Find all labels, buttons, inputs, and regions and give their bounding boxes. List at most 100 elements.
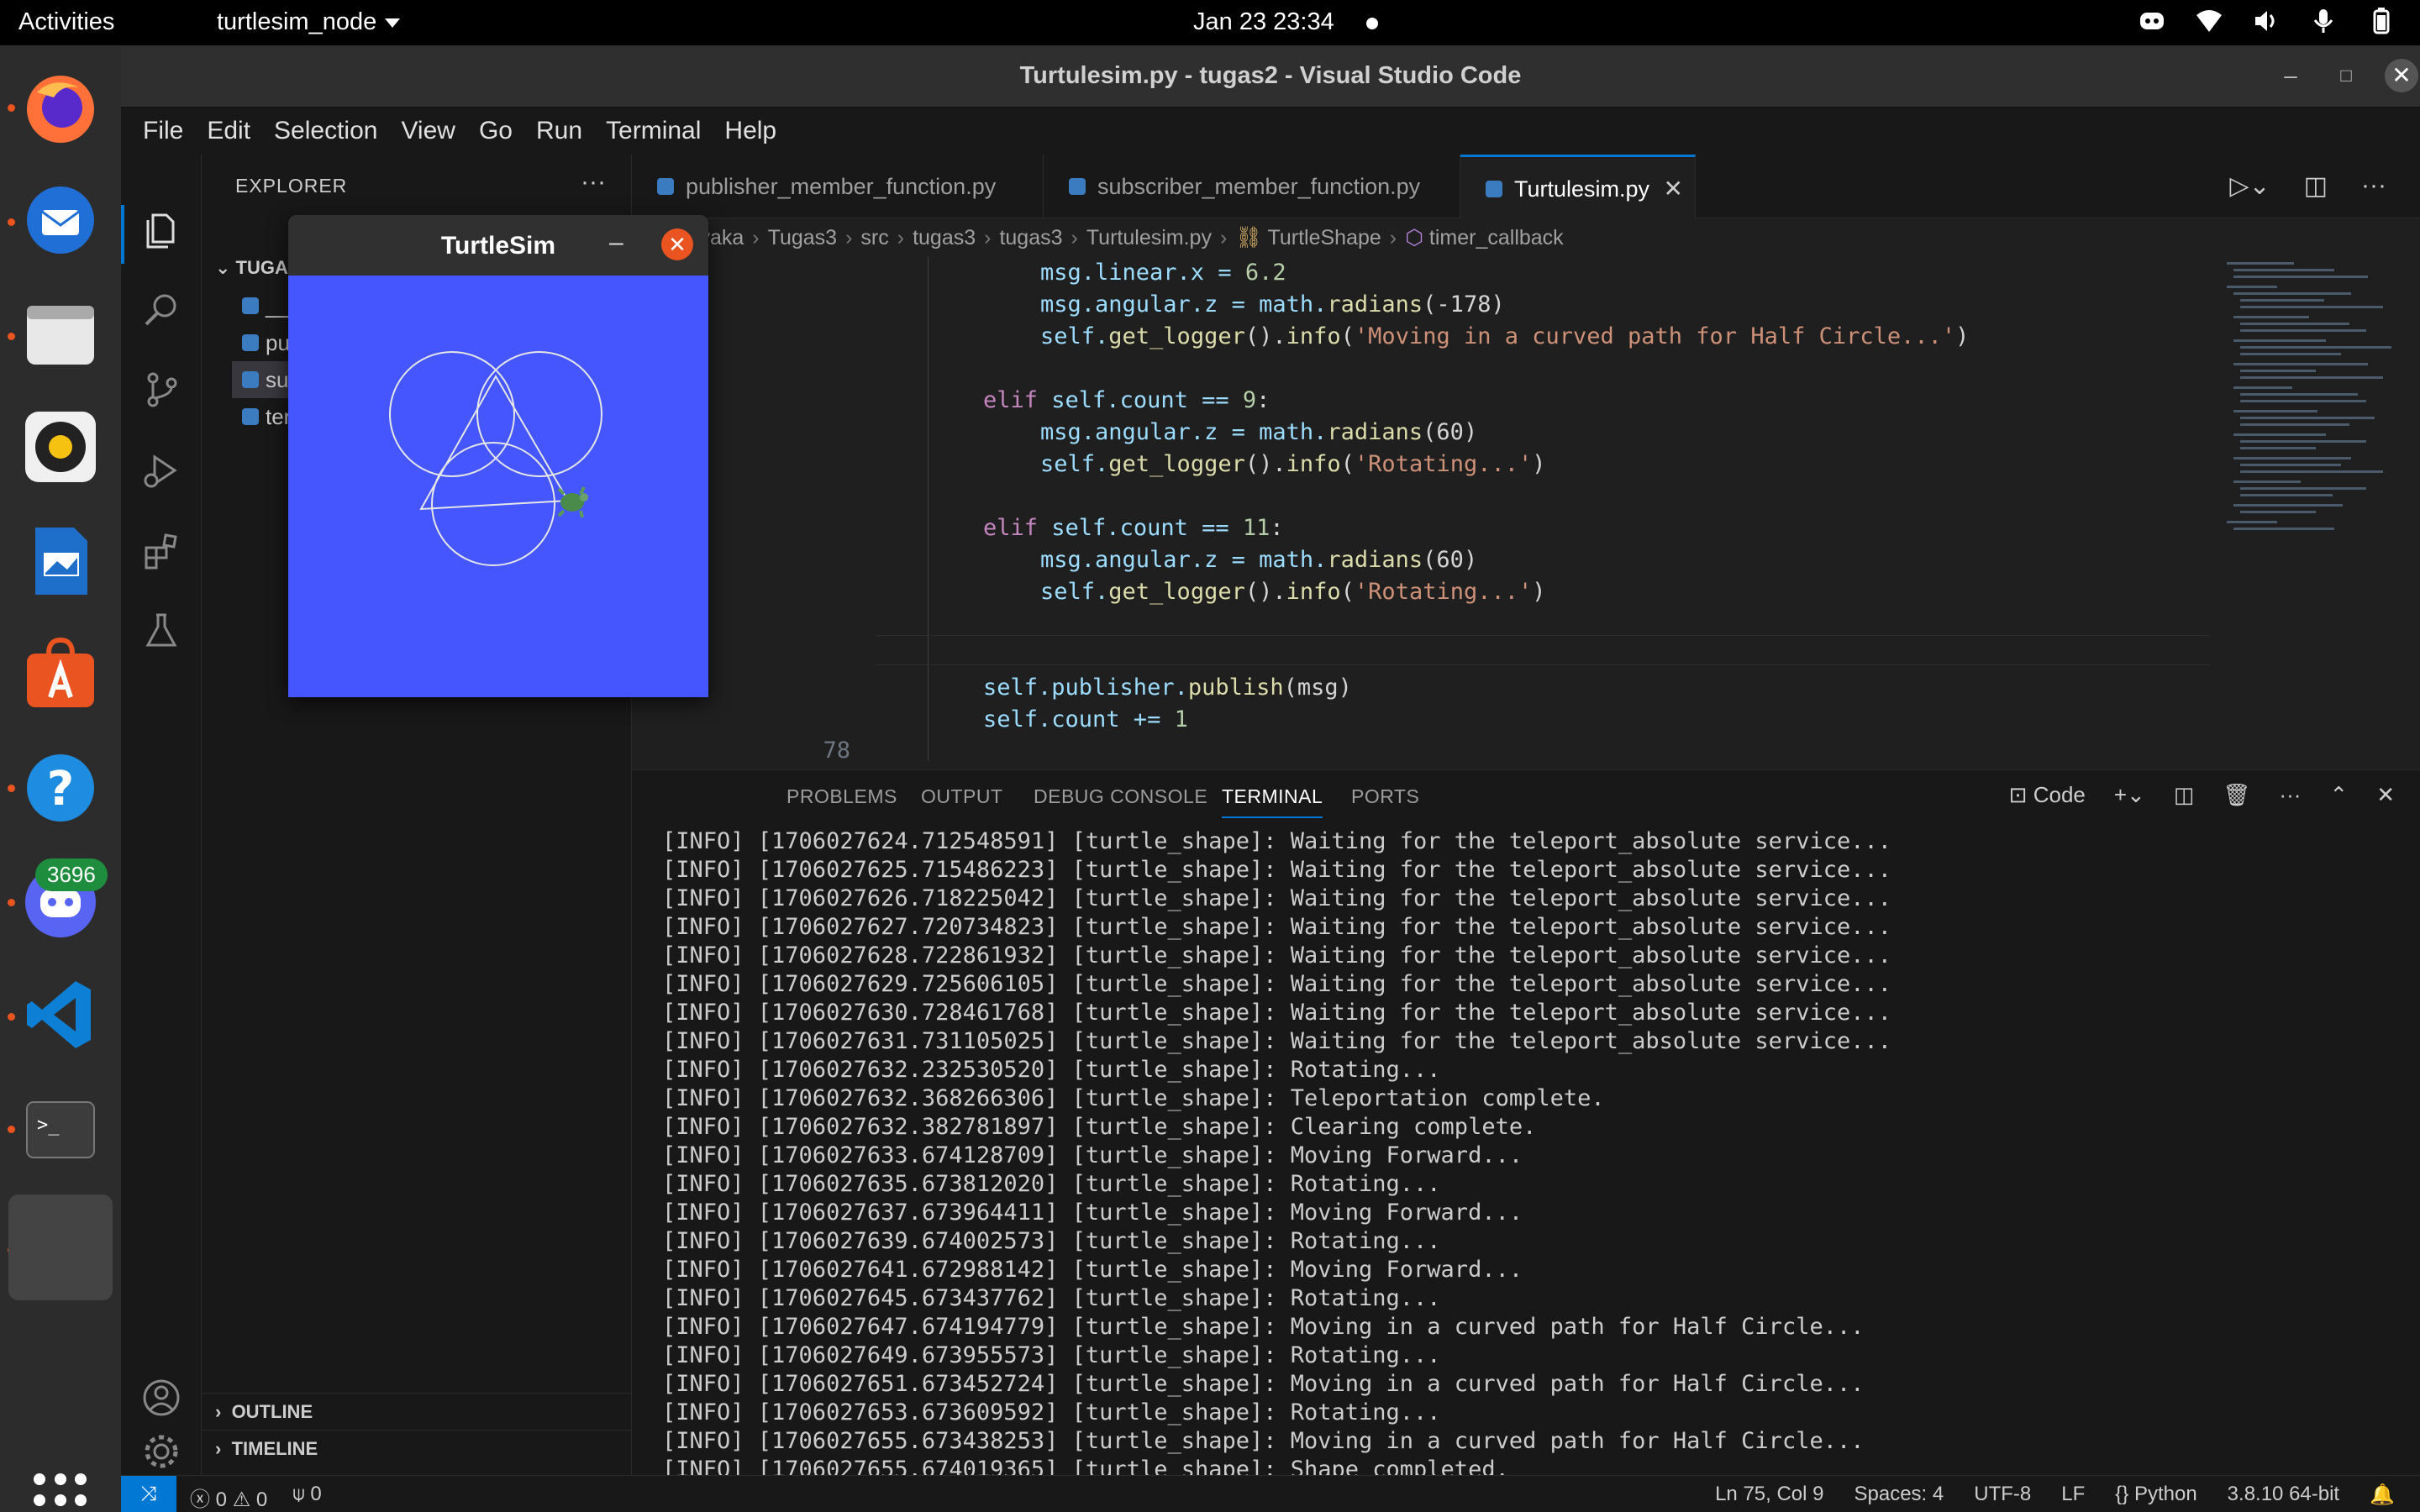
testing-icon[interactable] (141, 610, 182, 650)
problems-status[interactable]: ⓧ 0 ⚠ 0 (190, 1483, 267, 1512)
more-actions-icon[interactable]: ··· (2279, 782, 2301, 808)
close-panel-icon[interactable]: ✕ (2376, 782, 2395, 808)
terminal-icon: ⊡ (2008, 782, 2028, 807)
terminal-line: [INFO] [1706027639.674002573] [turtle_sh… (662, 1228, 1441, 1254)
terminal-instance[interactable]: ⊡ Code (2009, 782, 2086, 808)
menu-edit[interactable]: Edit (195, 117, 262, 145)
split-terminal-icon[interactable]: ◫ (2174, 782, 2195, 808)
remote-icon[interactable]: ⤨ (121, 1476, 176, 1512)
notification-dot (1366, 18, 1378, 29)
volume-icon[interactable] (2252, 7, 2281, 35)
close-icon[interactable]: ✕ (2385, 59, 2418, 92)
breadcrumb-item[interactable]: tugas3 (999, 226, 1062, 249)
trash-icon[interactable]: 🗑 (2223, 782, 2250, 808)
breadcrumb-item[interactable]: Tugas3 (768, 226, 837, 249)
search-icon[interactable] (141, 289, 182, 329)
code-line: msg.angular.z = math.radians(-178) (1040, 291, 1505, 318)
writer-icon[interactable] (20, 521, 101, 601)
current-line-highlight (876, 635, 2338, 665)
clock[interactable]: Jan 23 23:34 (1193, 8, 1334, 36)
rhythmbox-icon[interactable] (20, 407, 101, 487)
breadcrumb-item[interactable]: src (860, 226, 888, 249)
status-right: Ln 75, Col 9 Spaces: 4 UTF-8 LF {} Pytho… (1715, 1483, 2395, 1507)
code-line: msg.linear.x = 6.2 (1040, 260, 1286, 286)
more-actions-icon[interactable]: ··· (2361, 171, 2386, 201)
close-icon[interactable]: ✕ (661, 228, 693, 260)
menu-help[interactable]: Help (713, 117, 788, 145)
timeline-section[interactable]: › TIMELINE (202, 1430, 632, 1467)
tab-label: publisher_member_function.py (686, 174, 997, 199)
ports-status[interactable]: ⍦ 0 (292, 1483, 321, 1512)
svg-text:?: ? (47, 762, 74, 816)
tab-ports[interactable]: PORTS (1351, 785, 1419, 808)
run-debug-icon[interactable] (141, 450, 182, 491)
tab-subscriber[interactable]: subscriber_member_function.py (1044, 155, 1460, 218)
minimize-icon[interactable]: – (2274, 59, 2307, 92)
explorer-icon[interactable] (141, 210, 182, 250)
wifi-icon[interactable] (2195, 7, 2223, 35)
close-tab-icon[interactable]: ✕ (1664, 157, 1683, 221)
app-menu[interactable]: turtlesim_node (217, 8, 401, 36)
run-icon[interactable]: ▷⌄ (2229, 171, 2270, 201)
breadcrumb-item[interactable]: tugas3 (913, 226, 976, 249)
tab-output[interactable]: OUTPUT (921, 785, 1003, 808)
menu-terminal[interactable]: Terminal (594, 117, 713, 145)
class-icon: ⛓ (1235, 226, 1268, 249)
extensions-icon[interactable] (141, 531, 182, 571)
explorer-header: EXPLORER (235, 175, 348, 197)
language-mode[interactable]: {} Python (2115, 1483, 2196, 1507)
tab-problems[interactable]: PROBLEMS (786, 785, 897, 808)
microphone-icon[interactable] (2309, 7, 2338, 35)
discord-tray-icon[interactable] (2138, 7, 2166, 35)
firefox-icon[interactable] (20, 67, 101, 148)
new-terminal-icon[interactable]: +⌄ (2114, 782, 2145, 808)
tab-debug-console[interactable]: DEBUG CONSOLE (1034, 785, 1207, 808)
minimap[interactable] (2210, 257, 2420, 769)
python-interpreter[interactable]: 3.8.10 64-bit (2228, 1483, 2339, 1507)
cursor-position[interactable]: Ln 75, Col 9 (1715, 1483, 1823, 1507)
project-folder[interactable]: ⌄ TUGA (215, 257, 288, 279)
menu-view[interactable]: View (389, 117, 466, 145)
tab-turtulesim[interactable]: Turtulesim.py ✕ (1460, 155, 1696, 218)
help-icon[interactable]: ? (20, 748, 101, 828)
system-tray[interactable] (2138, 7, 2395, 35)
breadcrumb-item[interactable]: Turtulesim.py (1086, 226, 1212, 249)
chevron-down-icon (385, 18, 401, 28)
terminal-output[interactable]: [INFO] [1706027624.712548591] [turtle_sh… (662, 827, 2393, 1484)
files-icon[interactable] (20, 294, 101, 375)
split-editor-icon[interactable]: ◫ (2304, 171, 2328, 201)
menu-run[interactable]: Run (524, 117, 594, 145)
tab-terminal[interactable]: TERMINAL (1222, 785, 1323, 818)
minimize-icon[interactable]: – (609, 228, 623, 257)
outline-section[interactable]: › OUTLINE (202, 1393, 632, 1430)
turtlesim-titlebar[interactable]: TurtleSim – ✕ (288, 215, 708, 276)
menu-selection[interactable]: Selection (262, 117, 389, 145)
maximize-icon[interactable]: □ (2329, 59, 2363, 92)
gear-icon[interactable] (141, 1431, 182, 1472)
breadcrumb-item[interactable]: timer_callback (1429, 226, 1564, 249)
battery-icon[interactable] (2366, 7, 2395, 35)
breadcrumb-item[interactable]: TurtleShape (1268, 226, 1381, 249)
terminal-line: [INFO] [1706027655.673438253] [turtle_sh… (662, 1428, 1865, 1454)
menu-go[interactable]: Go (467, 117, 524, 145)
vscode-icon[interactable] (20, 974, 101, 1055)
source-control-icon[interactable] (141, 370, 182, 410)
warning-count: 0 (255, 1488, 268, 1511)
turtlesim-window[interactable]: TurtleSim – ✕ (288, 215, 708, 697)
end-of-line[interactable]: LF (2061, 1483, 2085, 1507)
encoding[interactable]: UTF-8 (1974, 1483, 2031, 1507)
menu-file[interactable]: File (131, 117, 195, 145)
activities-button[interactable]: Activities (18, 8, 114, 36)
terminal-icon[interactable]: >_ (20, 1089, 101, 1169)
show-apps-icon[interactable] (34, 1473, 87, 1512)
account-icon[interactable] (141, 1378, 182, 1418)
tab-publisher[interactable]: publisher_member_function.py (632, 155, 1044, 218)
code-editor[interactable]: msg.linear.x = 6.2 msg.angular.z = math.… (632, 257, 2420, 769)
app-center-icon[interactable] (20, 633, 101, 714)
indentation[interactable]: Spaces: 4 (1854, 1483, 1944, 1507)
thunderbird-icon[interactable] (20, 180, 101, 260)
blank-app-icon[interactable] (8, 1194, 113, 1300)
more-actions-icon[interactable]: ··· (581, 168, 606, 197)
maximize-panel-icon[interactable]: ⌃ (2329, 782, 2348, 808)
bell-icon[interactable]: 🔔 (2370, 1483, 2395, 1507)
